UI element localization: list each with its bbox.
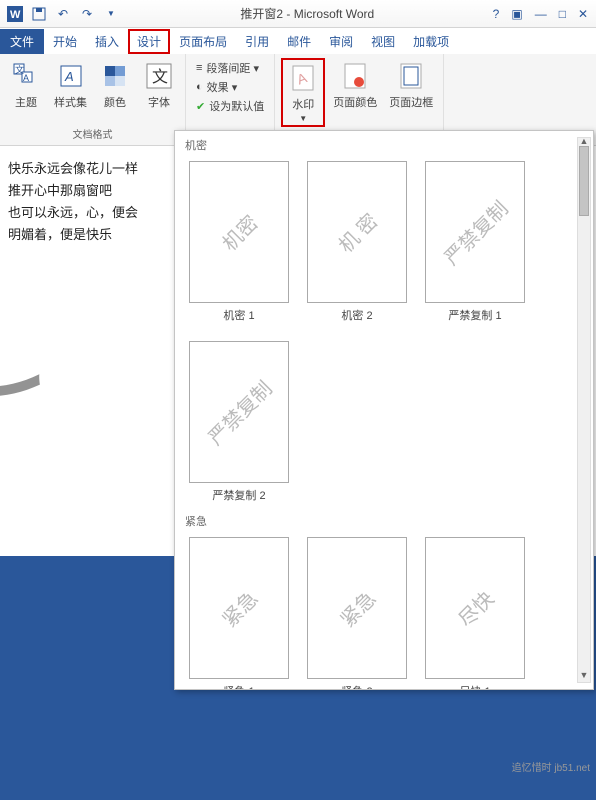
page-color-button[interactable]: 页面颜色 — [329, 58, 381, 127]
section-urgent: 紧急 — [175, 507, 593, 531]
redo-icon[interactable]: ↷ — [76, 3, 98, 25]
help-icon[interactable]: ? — [493, 7, 500, 21]
styleset-button[interactable]: A 样式集 — [50, 58, 91, 112]
watermark-option-label: 紧急 2 — [341, 683, 372, 689]
page-border-label: 页面边框 — [389, 94, 433, 110]
themes-icon: 文A — [10, 60, 42, 92]
credit-watermark: 追忆惜时 jb51.net — [512, 759, 590, 774]
page-color-icon — [339, 60, 371, 92]
effects-button[interactable]: ◐效果 ▾ — [196, 79, 264, 95]
paragraph-icon: ≡ — [196, 62, 202, 74]
set-default-button[interactable]: ✔设为默认值 — [196, 98, 264, 114]
effects-icon: ◐ — [196, 81, 203, 93]
watermark-option-label: 尽快 1 — [459, 683, 490, 689]
close-icon[interactable]: ✕ — [578, 7, 588, 21]
tab-design[interactable]: 设计 — [128, 29, 170, 54]
ribbon-display-icon[interactable]: ▣ — [511, 7, 522, 21]
watermark-option-label: 严禁复制 1 — [448, 307, 501, 323]
font-button[interactable]: 文 字体 — [139, 58, 179, 112]
watermark-option-label: 机密 1 — [223, 307, 254, 323]
color-icon — [99, 60, 131, 92]
svg-text:文: 文 — [152, 68, 168, 86]
word-icon: W — [4, 3, 26, 25]
chevron-down-icon: ▼ — [299, 114, 307, 123]
tab-file[interactable]: 文件 — [0, 29, 44, 54]
color-label: 颜色 — [104, 94, 126, 110]
tab-references[interactable]: 引用 — [236, 29, 278, 54]
watermark-option-label: 紧急 1 — [223, 683, 254, 689]
paragraph-spacing-button[interactable]: ≡段落间距 ▾ — [196, 60, 264, 76]
page-border-icon — [395, 60, 427, 92]
svg-text:W: W — [10, 9, 21, 21]
checkmark-icon: ✔ — [196, 100, 205, 113]
tab-mail[interactable]: 邮件 — [278, 29, 320, 54]
watermark-label: 水印 — [292, 96, 314, 112]
watermark-gallery-dropdown: 机密 机密机密 1机 密机密 2严禁复制严禁复制 1 严禁复制严禁复制 2 紧急 … — [174, 130, 594, 690]
group-docformat-label: 文档格式 — [73, 126, 113, 141]
watermark-option[interactable]: 严禁复制严禁复制 1 — [425, 161, 525, 323]
svg-text:A: A — [64, 69, 74, 84]
dropdown-scrollbar[interactable]: ▲ ▼ — [577, 137, 591, 683]
save-icon[interactable] — [28, 3, 50, 25]
tab-review[interactable]: 审阅 — [320, 29, 362, 54]
undo-icon[interactable]: ↶ — [52, 3, 74, 25]
watermark-option[interactable]: 机密机密 1 — [189, 161, 289, 323]
styleset-icon: A — [55, 60, 87, 92]
scrollbar-thumb[interactable] — [579, 146, 589, 216]
tab-start[interactable]: 开始 — [44, 29, 86, 54]
tab-view[interactable]: 视图 — [362, 29, 404, 54]
tab-insert[interactable]: 插入 — [86, 29, 128, 54]
minimize-icon[interactable]: — — [535, 7, 547, 21]
scroll-down-icon[interactable]: ▼ — [578, 670, 590, 684]
watermark-option[interactable]: 尽快尽快 1 — [425, 537, 525, 689]
watermark-button[interactable]: A 水印 ▼ — [281, 58, 325, 127]
page-border-button[interactable]: 页面边框 — [385, 58, 437, 127]
section-confidential: 机密 — [175, 131, 593, 155]
restore-icon[interactable]: □ — [559, 7, 566, 21]
themes-button[interactable]: 文A 主题 — [6, 58, 46, 112]
watermark-icon: A — [287, 62, 319, 94]
document-watermark: 文 — [0, 263, 82, 496]
themes-label: 主题 — [15, 94, 37, 110]
tab-addin[interactable]: 加载项 — [404, 29, 458, 54]
font-icon: 文 — [143, 60, 175, 92]
qat-dropdown-icon[interactable]: ▼ — [100, 3, 122, 25]
svg-text:A: A — [23, 73, 29, 83]
page-color-label: 页面颜色 — [333, 94, 377, 110]
font-label: 字体 — [148, 94, 170, 110]
color-button[interactable]: 颜色 — [95, 58, 135, 112]
watermark-option[interactable]: 严禁复制严禁复制 2 — [189, 341, 289, 503]
watermark-option[interactable]: 紧急紧急 1 — [189, 537, 289, 689]
window-title: 推开窗2 - Microsoft Word — [122, 5, 493, 22]
watermark-option-label: 机密 2 — [341, 307, 372, 323]
watermark-option[interactable]: 机 密机密 2 — [307, 161, 407, 323]
watermark-option[interactable]: 紧急紧急 2 — [307, 537, 407, 689]
tab-layout[interactable]: 页面布局 — [170, 29, 236, 54]
watermark-option-label: 严禁复制 2 — [212, 487, 265, 503]
styleset-label: 样式集 — [54, 94, 87, 110]
